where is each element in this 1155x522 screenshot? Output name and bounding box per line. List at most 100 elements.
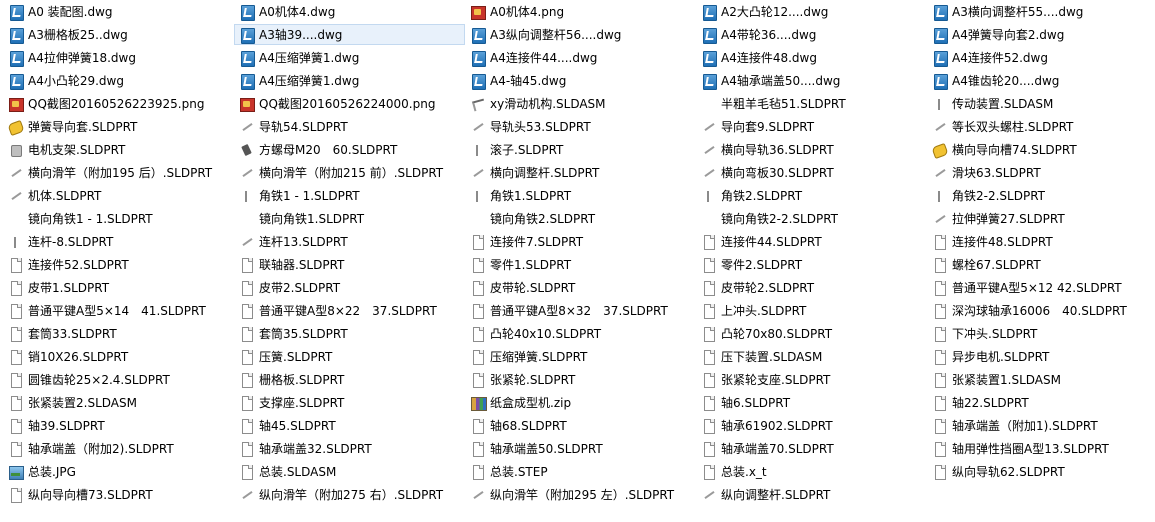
file-item[interactable]: 连杆13.SLDPRT: [234, 231, 465, 252]
file-item[interactable]: A0机体4.dwg: [234, 1, 465, 22]
file-item[interactable]: 拉伸弹簧27.SLDPRT: [927, 208, 1155, 229]
file-item[interactable]: A3纵向调整杆56....dwg: [465, 24, 696, 45]
file-item[interactable]: 横向滑竿（附加195 后）.SLDPRT: [3, 162, 234, 183]
file-item[interactable]: A3横向调整杆55....dwg: [927, 1, 1155, 22]
file-item[interactable]: 下冲头.SLDPRT: [927, 323, 1155, 344]
file-item[interactable]: 导轨头53.SLDPRT: [465, 116, 696, 137]
file-item[interactable]: 横向导轨36.SLDPRT: [696, 139, 927, 160]
file-item[interactable]: 总装.JPG: [3, 461, 234, 482]
file-item[interactable]: QQ截图20160526224000.png: [234, 93, 465, 114]
file-item[interactable]: 螺栓67.SLDPRT: [927, 254, 1155, 275]
file-item[interactable]: 轴承端盖32.SLDPRT: [234, 438, 465, 459]
file-item[interactable]: 套筒33.SLDPRT: [3, 323, 234, 344]
file-item[interactable]: 方螺母M20 60.SLDPRT: [234, 139, 465, 160]
file-item[interactable]: A4弹簧导向套2.dwg: [927, 24, 1155, 45]
file-item[interactable]: 支撑座.SLDPRT: [234, 392, 465, 413]
file-item[interactable]: A4拉伸弹簧18.dwg: [3, 47, 234, 68]
file-item[interactable]: 轴68.SLDPRT: [465, 415, 696, 436]
file-item[interactable]: A4连接件44....dwg: [465, 47, 696, 68]
file-item[interactable]: 轴6.SLDPRT: [696, 392, 927, 413]
file-item[interactable]: 压缩弹簧.SLDPRT: [465, 346, 696, 367]
file-item[interactable]: 联轴器.SLDPRT: [234, 254, 465, 275]
file-item[interactable]: A4轴承端盖50....dwg: [696, 70, 927, 91]
file-item[interactable]: 角铁1 - 1.SLDPRT: [234, 185, 465, 206]
file-item[interactable]: 压簧.SLDPRT: [234, 346, 465, 367]
file-item[interactable]: 皮带轮.SLDPRT: [465, 277, 696, 298]
file-item[interactable]: 连接件48.SLDPRT: [927, 231, 1155, 252]
file-item[interactable]: 普通平键A型8×22 37.SLDPRT: [234, 300, 465, 321]
file-item[interactable]: 纵向导轨62.SLDPRT: [927, 461, 1155, 482]
file-item[interactable]: 压下装置.SLDASM: [696, 346, 927, 367]
file-item[interactable]: 角铁2.SLDPRT: [696, 185, 927, 206]
file-item[interactable]: 轴承端盖70.SLDPRT: [696, 438, 927, 459]
file-item[interactable]: 总装.STEP: [465, 461, 696, 482]
file-item[interactable]: 普通平键A型8×32 37.SLDPRT: [465, 300, 696, 321]
file-item[interactable]: 电机支架.SLDPRT: [3, 139, 234, 160]
file-item[interactable]: 张紧装置2.SLDASM: [3, 392, 234, 413]
file-item[interactable]: 连接件7.SLDPRT: [465, 231, 696, 252]
file-item[interactable]: A4连接件48.dwg: [696, 47, 927, 68]
file-item[interactable]: 轴22.SLDPRT: [927, 392, 1155, 413]
file-item[interactable]: 纵向滑竿（附加275 右）.SLDPRT: [234, 484, 465, 505]
file-item[interactable]: 上冲头.SLDPRT: [696, 300, 927, 321]
file-item[interactable]: A4带轮36....dwg: [696, 24, 927, 45]
file-item[interactable]: A0机体4.png: [465, 1, 696, 22]
file-item[interactable]: 轴45.SLDPRT: [234, 415, 465, 436]
file-item[interactable]: A0 装配图.dwg: [3, 1, 234, 22]
file-item[interactable]: 纵向调整杆.SLDPRT: [696, 484, 927, 505]
file-item[interactable]: 镜向角铁2-2.SLDPRT: [696, 208, 927, 229]
file-item[interactable]: 总装.x_t: [696, 461, 927, 482]
file-item[interactable]: 角铁1.SLDPRT: [465, 185, 696, 206]
file-item[interactable]: 总装.SLDASM: [234, 461, 465, 482]
file-item[interactable]: 等长双头螺柱.SLDPRT: [927, 116, 1155, 137]
file-item[interactable]: A3轴39....dwg: [234, 24, 465, 45]
file-item[interactable]: A4压缩弹簧1.dwg: [234, 47, 465, 68]
file-item[interactable]: 轴承端盖（附加1).SLDPRT: [927, 415, 1155, 436]
file-item[interactable]: 镜向角铁1.SLDPRT: [234, 208, 465, 229]
file-item[interactable]: 传动装置.SLDASM: [927, 93, 1155, 114]
file-item[interactable]: 横向导向槽74.SLDPRT: [927, 139, 1155, 160]
file-item[interactable]: A4压缩弹簧1.dwg: [234, 70, 465, 91]
file-item[interactable]: A4连接件52.dwg: [927, 47, 1155, 68]
file-item[interactable]: 纸盒成型机.zip: [465, 392, 696, 413]
file-item[interactable]: 凸轮70x80.SLDPRT: [696, 323, 927, 344]
file-item[interactable]: 镜向角铁1 - 1.SLDPRT: [3, 208, 234, 229]
file-item[interactable]: 弹簧导向套.SLDPRT: [3, 116, 234, 137]
file-item[interactable]: 张紧装置1.SLDASM: [927, 369, 1155, 390]
file-item[interactable]: 深沟球轴承16006 40.SLDPRT: [927, 300, 1155, 321]
file-item[interactable]: 圆锥齿轮25×2.4.SLDPRT: [3, 369, 234, 390]
file-item[interactable]: 栅格板.SLDPRT: [234, 369, 465, 390]
file-item[interactable]: 导轨54.SLDPRT: [234, 116, 465, 137]
file-item[interactable]: 镜向角铁2.SLDPRT: [465, 208, 696, 229]
file-item[interactable]: 套筒35.SLDPRT: [234, 323, 465, 344]
file-item[interactable]: 横向弯板30.SLDPRT: [696, 162, 927, 183]
file-item[interactable]: 导向套9.SLDPRT: [696, 116, 927, 137]
file-item[interactable]: 滑块63.SLDPRT: [927, 162, 1155, 183]
file-item[interactable]: A2大凸轮12....dwg: [696, 1, 927, 22]
file-item[interactable]: 零件2.SLDPRT: [696, 254, 927, 275]
file-item[interactable]: 销10X26.SLDPRT: [3, 346, 234, 367]
file-item[interactable]: xy滑动机构.SLDASM: [465, 93, 696, 114]
file-item[interactable]: 半粗羊毛毡51.SLDPRT: [696, 93, 927, 114]
file-item[interactable]: A4小凸轮29.dwg: [3, 70, 234, 91]
file-item[interactable]: 纵向导向槽73.SLDPRT: [3, 484, 234, 505]
file-item[interactable]: 皮带2.SLDPRT: [234, 277, 465, 298]
file-item[interactable]: 异步电机.SLDPRT: [927, 346, 1155, 367]
file-item[interactable]: 横向调整杆.SLDPRT: [465, 162, 696, 183]
file-item[interactable]: A4锥齿轮20....dwg: [927, 70, 1155, 91]
file-item[interactable]: 连杆-8.SLDPRT: [3, 231, 234, 252]
file-item[interactable]: 轴承端盖50.SLDPRT: [465, 438, 696, 459]
file-item[interactable]: 角铁2-2.SLDPRT: [927, 185, 1155, 206]
file-item[interactable]: 普通平键A型5×14 41.SLDPRT: [3, 300, 234, 321]
file-item[interactable]: 皮带轮2.SLDPRT: [696, 277, 927, 298]
file-item[interactable]: A3栅格板25..dwg: [3, 24, 234, 45]
file-item[interactable]: 滚子.SLDPRT: [465, 139, 696, 160]
file-item[interactable]: 普通平键A型5×12 42.SLDPRT: [927, 277, 1155, 298]
file-item[interactable]: 皮带1.SLDPRT: [3, 277, 234, 298]
file-item[interactable]: 张紧轮支座.SLDPRT: [696, 369, 927, 390]
file-item[interactable]: 轴承端盖（附加2).SLDPRT: [3, 438, 234, 459]
file-item[interactable]: 纵向滑竿（附加295 左）.SLDPRT: [465, 484, 696, 505]
file-item[interactable]: QQ截图20160526223925.png: [3, 93, 234, 114]
file-item[interactable]: 零件1.SLDPRT: [465, 254, 696, 275]
file-item[interactable]: 连接件52.SLDPRT: [3, 254, 234, 275]
